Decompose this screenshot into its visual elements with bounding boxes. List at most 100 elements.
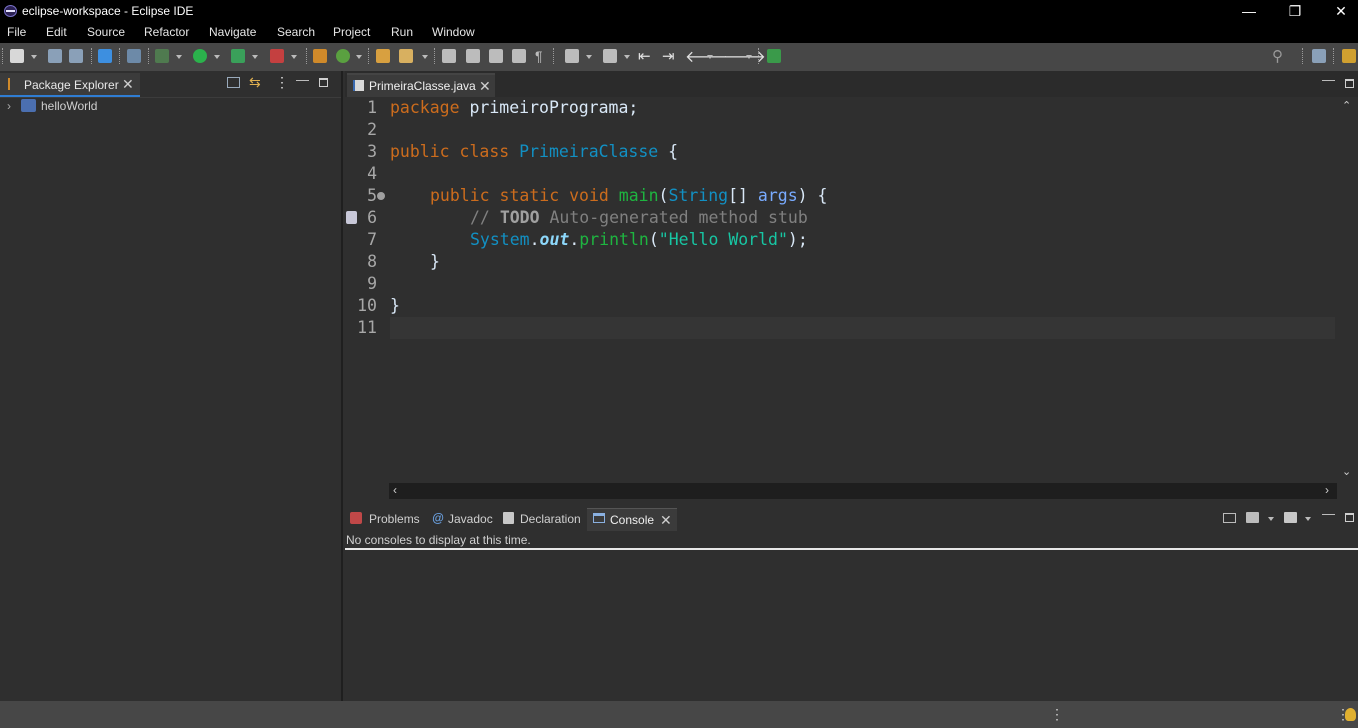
menu-navigate[interactable]: Navigate [209,25,256,39]
code-line-5: public static void main(String[] args) { [430,186,827,205]
save-icon[interactable] [48,49,62,63]
close-window-button[interactable]: ✕ [1318,0,1358,22]
run-icon[interactable] [193,49,207,63]
scroll-up-icon[interactable]: ⌃ [1342,99,1351,112]
open-perspective-icon[interactable] [1312,49,1326,63]
line-number: 5 [367,186,377,205]
forward-dropdown-icon[interactable] [746,55,752,59]
new-icon[interactable] [10,49,24,63]
terminal-icon[interactable] [98,49,112,63]
toolbar-separator [119,48,122,64]
tab-problems[interactable]: Problems [349,508,427,530]
tab-primeiraclasse-java[interactable]: PrimeiraClasse.java ✕ [347,73,495,98]
tab-declaration[interactable]: Declaration [502,508,587,530]
next-edit-location-icon[interactable]: ⇥ [662,47,675,65]
pin-editor-icon[interactable] [767,49,781,63]
minimize-icon[interactable]: — [1322,72,1335,87]
new-class-dropdown-icon[interactable] [356,55,362,59]
maximize-icon[interactable] [1345,513,1354,522]
previous-annotation-icon[interactable] [603,49,617,63]
tab-console[interactable]: Console ✕ [587,508,677,531]
fold-collapse-icon[interactable] [377,192,385,200]
new-console-icon[interactable] [1284,512,1297,523]
last-edit-location-icon[interactable]: ⇤ [638,47,651,65]
annotation-icon[interactable] [466,49,480,63]
status-menu-icon[interactable]: ⋮ [1050,706,1064,723]
close-icon[interactable]: ✕ [479,78,491,95]
skip-breakpoints-icon[interactable] [127,49,141,63]
package-explorer-header: Package Explorer ✕ ⇆ ⋮ — [0,71,341,98]
search-icon[interactable]: ⚲ [1272,47,1283,65]
toolbar-separator [434,48,437,64]
code-line-1: package primeiroPrograma; [390,98,638,117]
menu-run[interactable]: Run [391,25,413,39]
search-dropdown-icon[interactable] [422,55,428,59]
minimize-icon[interactable]: — [1322,506,1335,521]
restore-button[interactable]: ❐ [1272,0,1318,22]
menu-source[interactable]: Source [87,25,125,39]
back-dropdown-icon[interactable] [707,55,713,59]
method-name: println [579,230,649,249]
scroll-down-icon[interactable]: ⌄ [1342,465,1351,478]
show-whitespace-icon[interactable]: ¶ [535,48,543,64]
next-annotation-icon[interactable] [565,49,579,63]
toolbar-separator [2,48,5,64]
external-tools-dropdown-icon[interactable] [291,55,297,59]
minimize-icon[interactable]: — [296,72,309,87]
maximize-icon[interactable] [319,78,328,87]
run-dropdown-icon[interactable] [214,55,220,59]
close-icon[interactable]: ✕ [660,512,672,529]
task-marker-icon[interactable] [346,211,357,224]
scroll-right-icon[interactable]: › [1325,483,1329,497]
code-text: ) { [797,186,828,205]
console-message-row: No consoles to display at this time. [345,531,1358,550]
save-all-icon[interactable] [69,49,83,63]
menu-project[interactable]: Project [333,25,370,39]
menu-search[interactable]: Search [277,25,315,39]
java-perspective-icon[interactable] [1342,49,1356,63]
tab-javadoc[interactable]: @ Javadoc [431,508,497,530]
display-console-dropdown-icon[interactable] [1268,517,1274,521]
line-number: 11 [357,318,377,337]
maximize-icon[interactable] [1345,79,1354,88]
scroll-left-icon[interactable]: ‹ [393,483,397,497]
external-tools-icon[interactable] [270,49,284,63]
tree-item[interactable]: › helloWorld [0,98,341,116]
word-wrap-icon[interactable] [512,49,526,63]
coverage-icon[interactable] [231,49,245,63]
toolbar-separator [1302,48,1305,64]
tip-lightbulb-icon[interactable] [1345,708,1356,721]
open-console-icon[interactable] [1223,513,1236,523]
next-annotation-dropdown-icon[interactable] [586,55,592,59]
menu-refactor[interactable]: Refactor [144,25,189,39]
block-selection-icon[interactable] [489,49,503,63]
search-tool-icon[interactable] [399,49,413,63]
menu-edit[interactable]: Edit [46,25,67,39]
debug-dropdown-icon[interactable] [176,55,182,59]
minimize-button[interactable]: — [1226,0,1272,22]
link-with-editor-icon[interactable]: ⇆ [249,74,261,91]
string-literal: "Hello World" [658,230,788,249]
menu-window[interactable]: Window [432,25,475,39]
collapse-all-icon[interactable] [227,77,240,88]
new-java-project-icon[interactable] [313,49,327,63]
package-explorer-icon [8,78,20,90]
horizontal-scrollbar[interactable]: ‹ › [389,483,1337,499]
toggle-mark-icon[interactable] [442,49,456,63]
menu-file[interactable]: File [7,25,26,39]
vertical-scrollbar[interactable]: ⌃ ⌄ [1337,97,1358,483]
close-icon[interactable]: ✕ [122,76,134,93]
new-dropdown-icon[interactable] [31,55,37,59]
debug-icon[interactable] [155,49,169,63]
toolbar-separator [368,48,371,64]
tab-package-explorer[interactable]: Package Explorer ✕ [0,73,140,97]
display-console-icon[interactable] [1246,512,1259,523]
new-console-dropdown-icon[interactable] [1305,517,1311,521]
previous-annotation-dropdown-icon[interactable] [624,55,630,59]
coverage-dropdown-icon[interactable] [252,55,258,59]
expand-chevron-icon[interactable]: › [7,99,11,113]
open-type-icon[interactable] [376,49,390,63]
code-editor[interactable]: 1 2 3 4 5 6 7 8 9 10 11 package primeiro… [345,97,1337,483]
view-menu-icon[interactable]: ⋮ [275,74,289,91]
new-java-class-icon[interactable] [336,49,350,63]
